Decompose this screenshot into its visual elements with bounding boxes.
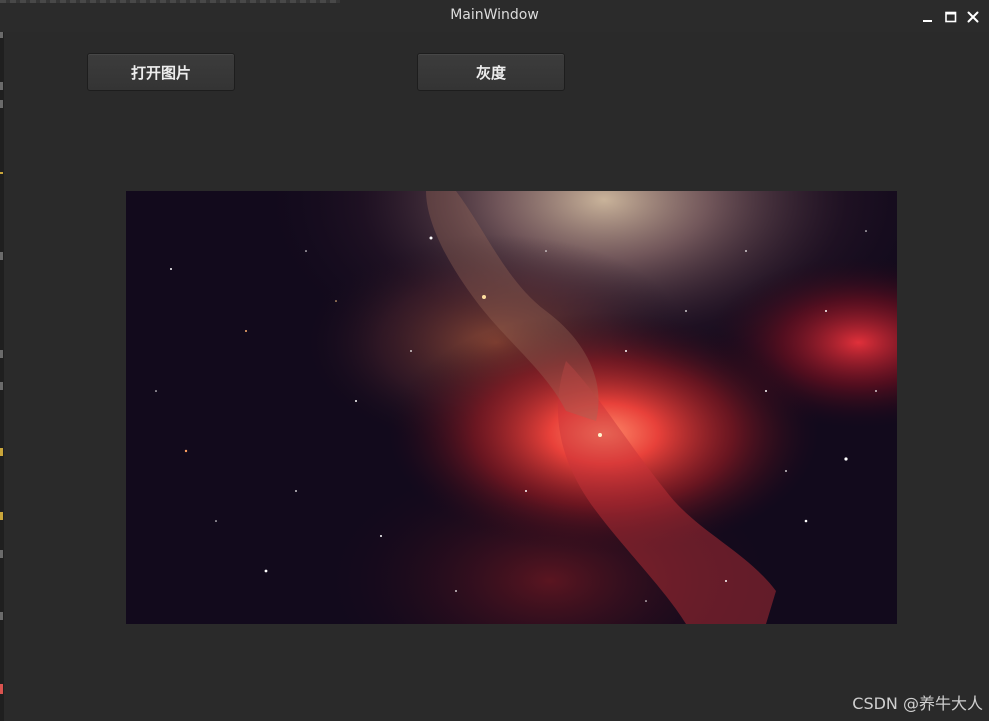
title-bar[interactable]: MainWindow — [0, 0, 989, 32]
maximize-button[interactable] — [944, 9, 958, 23]
minimize-icon — [923, 20, 932, 22]
background-window-text — [0, 0, 340, 3]
close-icon — [967, 11, 979, 23]
close-button[interactable] — [966, 9, 980, 23]
minimize-button[interactable] — [921, 9, 935, 23]
image-display — [126, 191, 897, 624]
main-window: MainWindow 打开图片 灰度 CSDN @养牛大人 — [0, 0, 989, 721]
maximize-icon — [945, 11, 957, 23]
watermark: CSDN @养牛大人 — [852, 694, 983, 713]
window-title: MainWindow — [450, 7, 539, 23]
background-window-edge — [0, 0, 4, 721]
grayscale-button[interactable]: 灰度 — [417, 53, 565, 91]
open-image-button[interactable]: 打开图片 — [87, 53, 235, 91]
nebula-image — [126, 191, 897, 624]
